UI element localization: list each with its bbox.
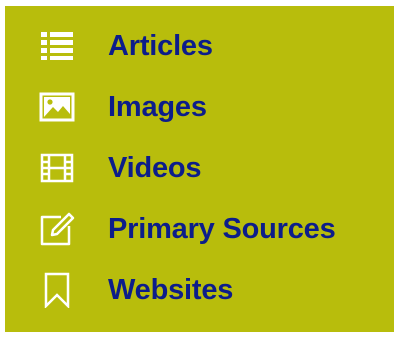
- nav-item-label: Websites: [108, 273, 234, 306]
- edit-icon: [39, 212, 75, 246]
- nav-item-primary-sources[interactable]: Primary Sources: [5, 205, 394, 253]
- film-icon: [39, 151, 75, 185]
- nav-list: Articles Images Videos Primary Sources W…: [5, 22, 394, 327]
- list-icon: [39, 29, 75, 63]
- nav-item-websites[interactable]: Websites: [5, 266, 394, 314]
- nav-item-images[interactable]: Images: [5, 83, 394, 131]
- image-icon: [39, 90, 75, 124]
- nav-item-label: Primary Sources: [108, 212, 336, 245]
- resource-type-menu: Articles Images Videos Primary Sources W…: [5, 6, 394, 332]
- nav-item-label: Images: [108, 90, 207, 123]
- nav-item-label: Articles: [108, 29, 213, 62]
- bookmark-icon: [39, 272, 75, 308]
- nav-item-videos[interactable]: Videos: [5, 144, 394, 192]
- nav-item-articles[interactable]: Articles: [5, 22, 394, 70]
- nav-item-label: Videos: [108, 151, 202, 184]
